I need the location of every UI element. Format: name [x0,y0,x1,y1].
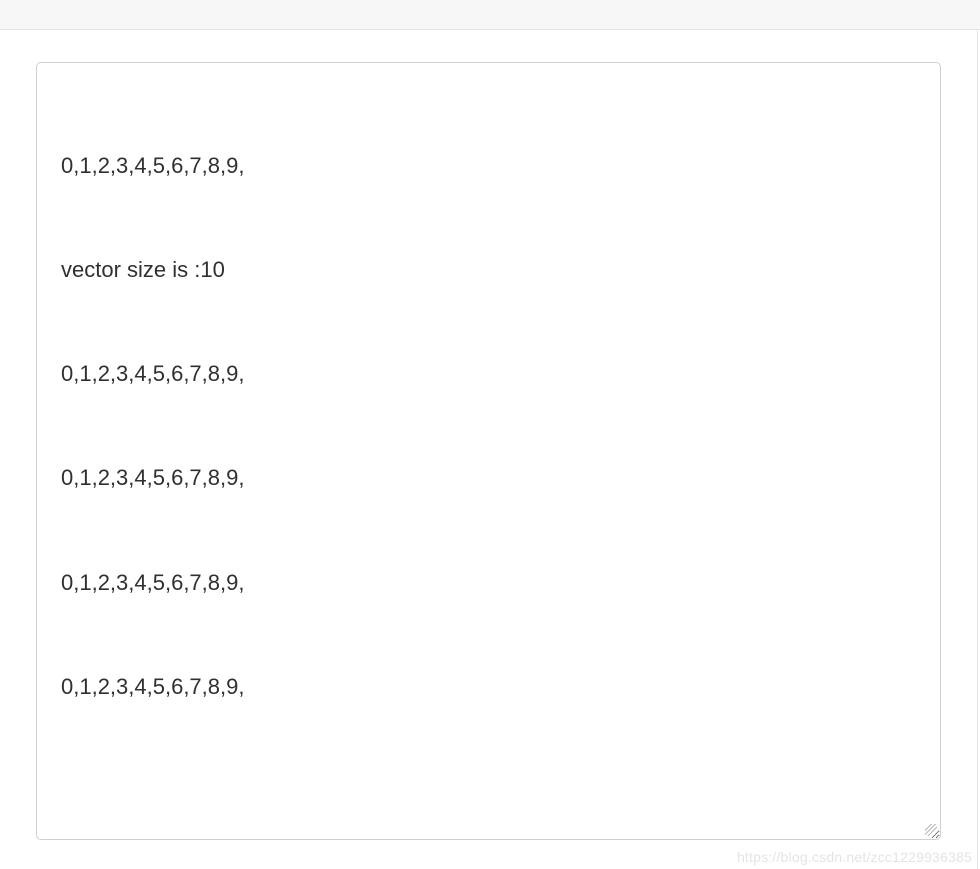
watermark-text: https://blog.csdn.net/zcc1229936385 [737,849,972,865]
content-panel: 0,1,2,3,4,5,6,7,8,9, vector size is :10 … [0,30,978,869]
output-line: vector size is :10 [61,253,916,288]
top-bar [0,0,980,30]
output-line: 0,1,2,3,4,5,6,7,8,9, [61,357,916,392]
output-line: 0,1,2,3,4,5,6,7,8,9, [61,566,916,601]
output-line: 0,1,2,3,4,5,6,7,8,9, [61,670,916,705]
output-textarea[interactable]: 0,1,2,3,4,5,6,7,8,9, vector size is :10 … [36,62,941,840]
output-line: 0,1,2,3,4,5,6,7,8,9, [61,149,916,184]
output-line: 0,1,2,3,4,5,6,7,8,9, [61,461,916,496]
